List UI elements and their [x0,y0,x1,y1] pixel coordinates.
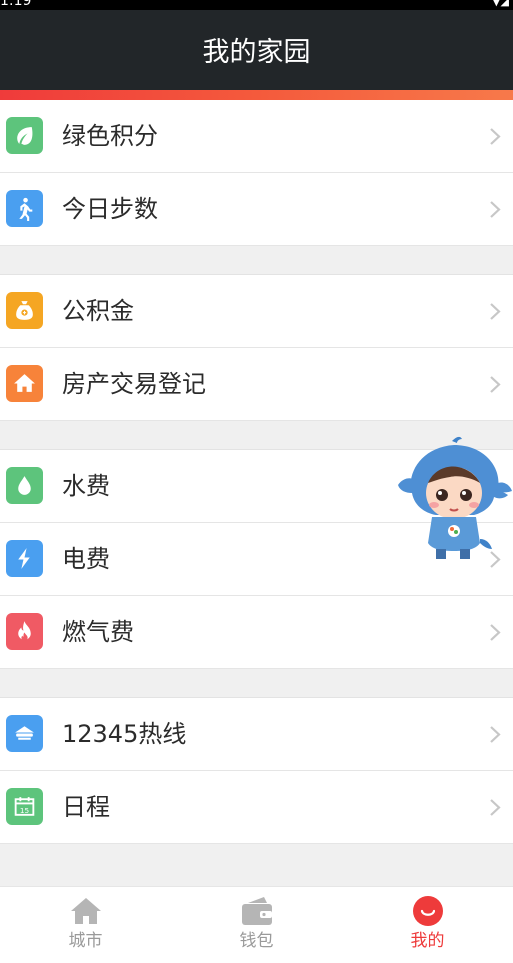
menu-item-label: 12345热线 [62,720,187,748]
tab-label: 城市 [68,931,103,951]
wallet-icon [242,897,272,925]
page-title: 我的家园 [202,37,311,68]
menu-item-label: 公积金 [62,297,134,325]
house-icon [6,365,43,402]
menu-item-label: 水费 [62,472,110,500]
calendar-icon: 15 [6,788,43,825]
water-drop-icon [6,467,43,504]
menu-item-label: 日程 [62,793,110,821]
tab-label: 钱包 [239,931,274,951]
chevron-right-icon [490,303,501,320]
tab-mine[interactable]: 我的 [342,887,513,963]
signal-battery-icon: ▼◢ [492,0,509,8]
floating-mascot[interactable] [392,433,513,565]
walk-icon [6,190,43,227]
header-accent-bar [0,90,513,100]
menu-item-label: 电费 [62,545,110,573]
menu-item-label: 绿色积分 [62,122,158,150]
chevron-right-icon [490,799,501,816]
menu-item-label: 燃气费 [62,618,134,646]
tab-label: 我的 [410,931,445,951]
chevron-right-icon [490,376,501,393]
lightning-icon [6,540,43,577]
menu-group-green: 绿色积分 今日步数 [0,100,513,246]
menu-group-finance: 公积金 房产交易登记 [0,275,513,421]
menu-item-label: 今日步数 [62,195,158,223]
menu-item-hotline-12345[interactable]: 12345热线 [0,698,513,771]
calendar-day-number: 15 [20,806,29,815]
hotline-icon [6,715,43,752]
menu-item-property-registration[interactable]: 房产交易登记 [0,348,513,421]
app-header: 我的家园 [0,10,513,90]
menu-item-schedule[interactable]: 15 日程 [0,771,513,844]
group-divider [0,246,513,275]
tab-wallet[interactable]: 钱包 [171,887,342,963]
group-divider [0,669,513,698]
chevron-right-icon [490,726,501,743]
status-time: 1:19 [0,0,32,9]
bottom-tab-bar: 城市 钱包 我的 [0,886,513,963]
chevron-right-icon [490,624,501,641]
chevron-right-icon [490,128,501,145]
chevron-right-icon [490,201,501,218]
mine-smile-icon [413,896,443,926]
menu-item-label: 房产交易登记 [62,370,206,398]
menu-item-steps-today[interactable]: 今日步数 [0,173,513,246]
city-home-icon [71,898,101,924]
flame-icon [6,613,43,650]
tab-city[interactable]: 城市 [0,887,171,963]
menu-item-gas-bill[interactable]: 燃气费 [0,596,513,669]
leaf-icon [6,117,43,154]
moneybag-icon [6,292,43,329]
menu-group-services: 12345热线 15 日程 [0,698,513,844]
menu-item-housing-fund[interactable]: 公积金 [0,275,513,348]
status-bar: 1:19 ▼◢ [0,0,513,10]
menu-item-green-points[interactable]: 绿色积分 [0,100,513,173]
